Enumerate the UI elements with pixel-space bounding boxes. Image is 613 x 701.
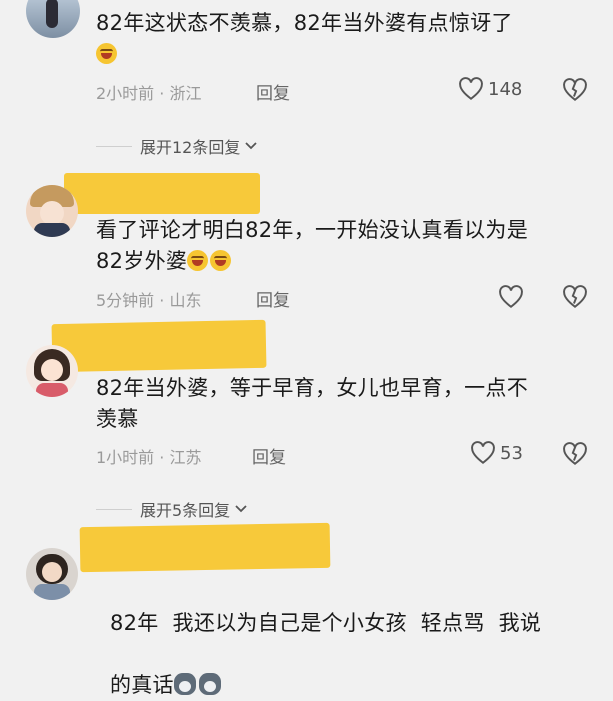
laughing-crying-emoji-icon — [210, 250, 232, 271]
avatar[interactable] — [26, 548, 78, 600]
like-count: 148 — [488, 78, 523, 100]
redacted-username — [79, 522, 331, 573]
husky-emoji-icon — [173, 673, 196, 695]
like-button[interactable]: 148 — [458, 77, 522, 101]
comment-line: 羡慕 — [96, 407, 139, 431]
comment-line: 82年 我还以为自己是个小女孩 轻点骂 我说 — [109, 611, 542, 635]
comment-text: 82年这状态不羡慕，82年当外婆有点惊讶了 — [96, 8, 513, 70]
divider — [96, 508, 132, 510]
comment-line: 看了评论才明白82年，一开始没认真看以为是 — [96, 218, 529, 242]
heart-icon — [459, 77, 483, 100]
broken-heart-icon — [563, 78, 587, 101]
comment-meta: 2小时前 · 浙江 — [96, 84, 202, 103]
like-count: 53 — [500, 442, 523, 464]
avatar[interactable] — [26, 345, 78, 397]
chevron-down-icon — [235, 505, 247, 513]
avatar[interactable] — [26, 0, 80, 38]
avatar[interactable] — [26, 185, 78, 237]
comment-meta: 5分钟前 · 山东 — [96, 291, 202, 310]
heart-icon — [499, 285, 523, 308]
reply-button[interactable]: 回复 — [256, 79, 290, 104]
expand-label: 展开12条回复 — [140, 138, 241, 157]
comment-text: 看了评论才明白82年，一开始没认真看以为是 82岁外婆 — [96, 215, 528, 277]
comment-text: 82年 我还以为自己是个小女孩 轻点骂 我说 的真话 — [96, 577, 541, 701]
broken-heart-icon — [563, 442, 587, 465]
comment-line: 82年这状态不羡慕，82年当外婆有点惊讶了 — [96, 11, 513, 35]
comment-line: 82年当外婆，等于早育，女儿也早育，一点不 — [96, 376, 529, 400]
like-button[interactable]: 53 — [470, 441, 523, 465]
expand-label: 展开5条回复 — [140, 501, 231, 520]
reply-button[interactable]: 回复 — [256, 286, 290, 311]
dislike-button[interactable] — [562, 442, 588, 470]
like-button[interactable] — [498, 285, 524, 309]
comment-meta: 1小时前 · 江苏 — [96, 448, 202, 467]
dislike-button[interactable] — [562, 285, 588, 313]
divider — [96, 145, 132, 147]
comment-text: 82年当外婆，等于早育，女儿也早育，一点不 羡慕 — [96, 373, 528, 435]
comment-line: 的真话 — [109, 673, 174, 697]
reply-button[interactable]: 回复 — [252, 443, 286, 468]
husky-emoji-icon — [198, 673, 221, 695]
dislike-button[interactable] — [562, 78, 588, 106]
expand-replies-button[interactable]: 展开12条回复 — [96, 134, 259, 158]
redacted-username — [64, 173, 260, 214]
laughing-crying-emoji-icon — [96, 43, 117, 64]
redacted-username — [51, 319, 267, 373]
heart-icon — [471, 441, 495, 464]
broken-heart-icon — [563, 285, 587, 308]
expand-replies-button[interactable]: 展开5条回复 — [96, 497, 249, 521]
chevron-down-icon — [245, 142, 258, 150]
comment-line: 82岁外婆 — [96, 249, 188, 273]
laughing-crying-emoji-icon — [187, 250, 209, 271]
